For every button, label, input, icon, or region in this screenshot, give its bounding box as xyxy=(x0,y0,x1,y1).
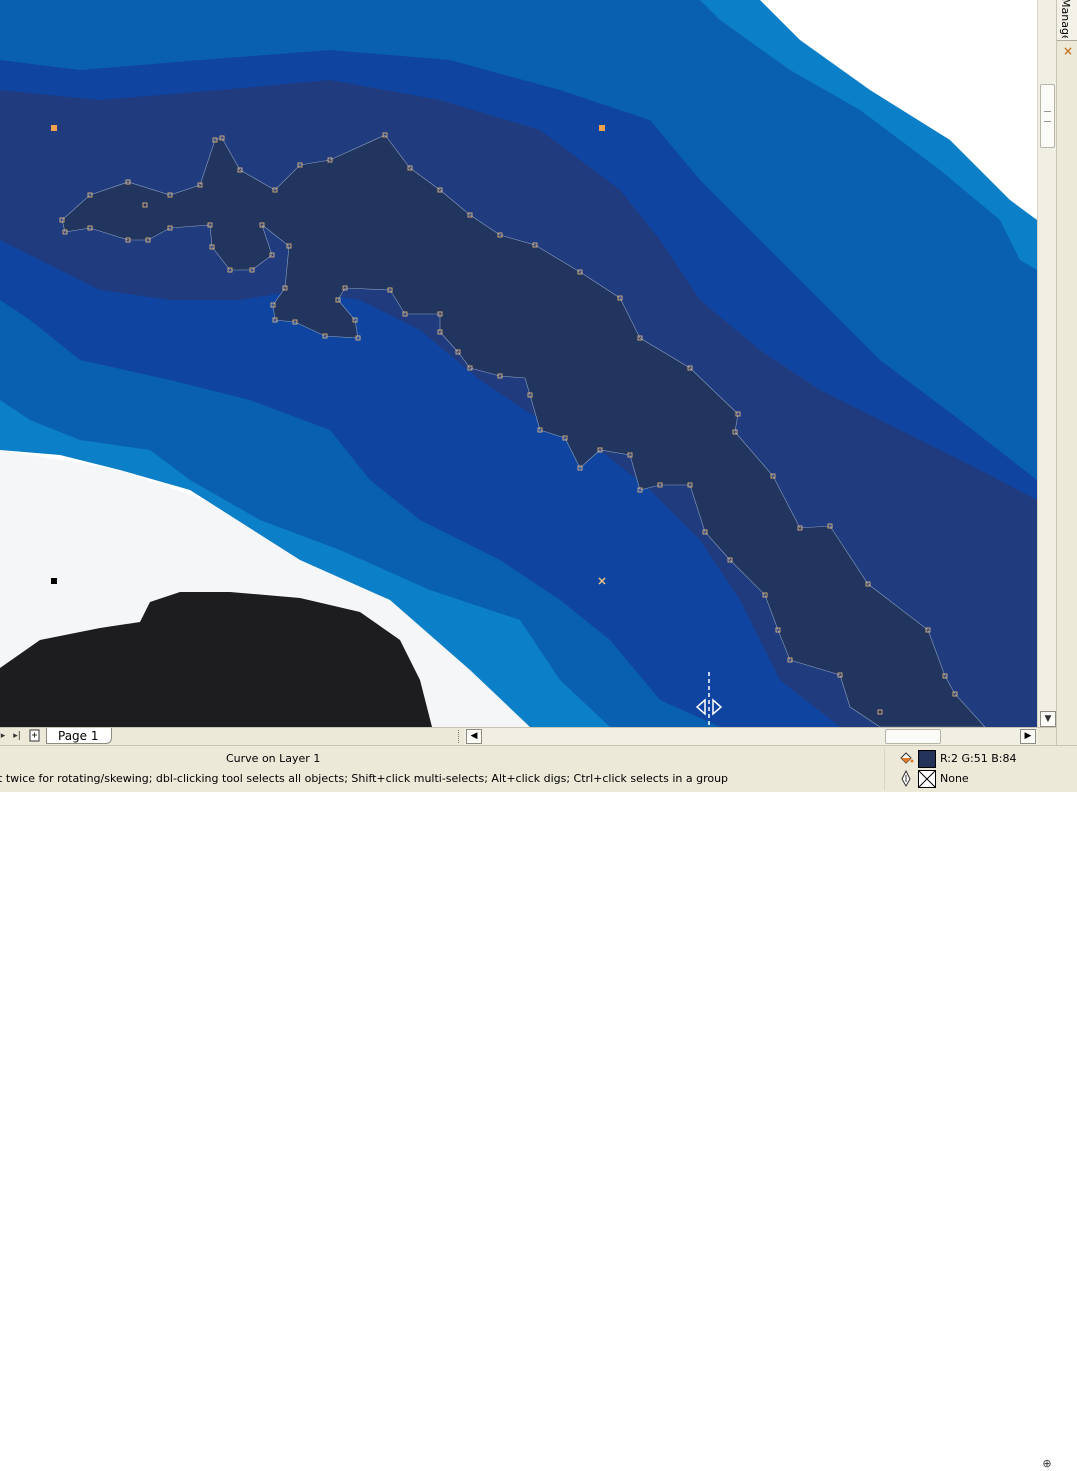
docker-tab[interactable]: Manager xyxy=(1057,0,1077,41)
outline-value: None xyxy=(940,772,969,785)
outline-none-swatch[interactable] xyxy=(918,770,936,788)
node-marker[interactable] xyxy=(51,578,57,584)
add-page-icon[interactable] xyxy=(28,729,42,744)
fill-color-swatch[interactable] xyxy=(918,750,936,768)
scroll-left-button[interactable]: ◀ xyxy=(466,729,482,744)
status-bar: Curve on Layer 1 ct twice for rotating/s… xyxy=(0,745,1077,792)
node-marker[interactable] xyxy=(599,125,605,131)
drawing-canvas[interactable] xyxy=(0,0,1037,727)
vertical-scrollbar[interactable]: ▼ xyxy=(1037,0,1057,727)
docker-panel: Manager × xyxy=(1056,0,1077,745)
object-info: Curve on Layer 1 xyxy=(226,752,321,765)
scroll-down-button[interactable]: ▼ xyxy=(1040,711,1056,727)
page-tab[interactable]: Page 1 xyxy=(46,728,112,744)
zoom-icon[interactable]: ⊕ xyxy=(1040,1457,1054,1471)
scroll-right-button[interactable]: ▶ xyxy=(1020,729,1036,744)
outline-pen-icon[interactable] xyxy=(898,770,914,788)
prev-page-icon[interactable]: ▸ xyxy=(0,729,10,744)
last-page-icon[interactable]: ▸| xyxy=(10,729,24,744)
vertical-scroll-thumb[interactable] xyxy=(1040,84,1055,148)
horizontal-scrollbar[interactable]: ◀ ▶ xyxy=(464,728,1038,745)
docker-tab-label: Manager xyxy=(1059,0,1072,38)
fill-bucket-icon[interactable] xyxy=(898,750,914,766)
vector-artwork[interactable] xyxy=(0,0,1037,727)
grip-icon xyxy=(1044,111,1051,122)
horizontal-scroll-thumb[interactable] xyxy=(885,729,941,744)
page-navigation-bar: ▸ ▸| Page 1 ◀ ▶ ⊕ xyxy=(0,727,1056,1470)
fill-color-value: R:2 G:51 B:84 xyxy=(940,752,1017,765)
tool-hint: ct twice for rotating/skewing; dbl-click… xyxy=(0,772,729,785)
status-divider xyxy=(884,748,885,790)
close-icon[interactable]: × xyxy=(1062,44,1074,58)
node-marker[interactable] xyxy=(51,125,57,131)
